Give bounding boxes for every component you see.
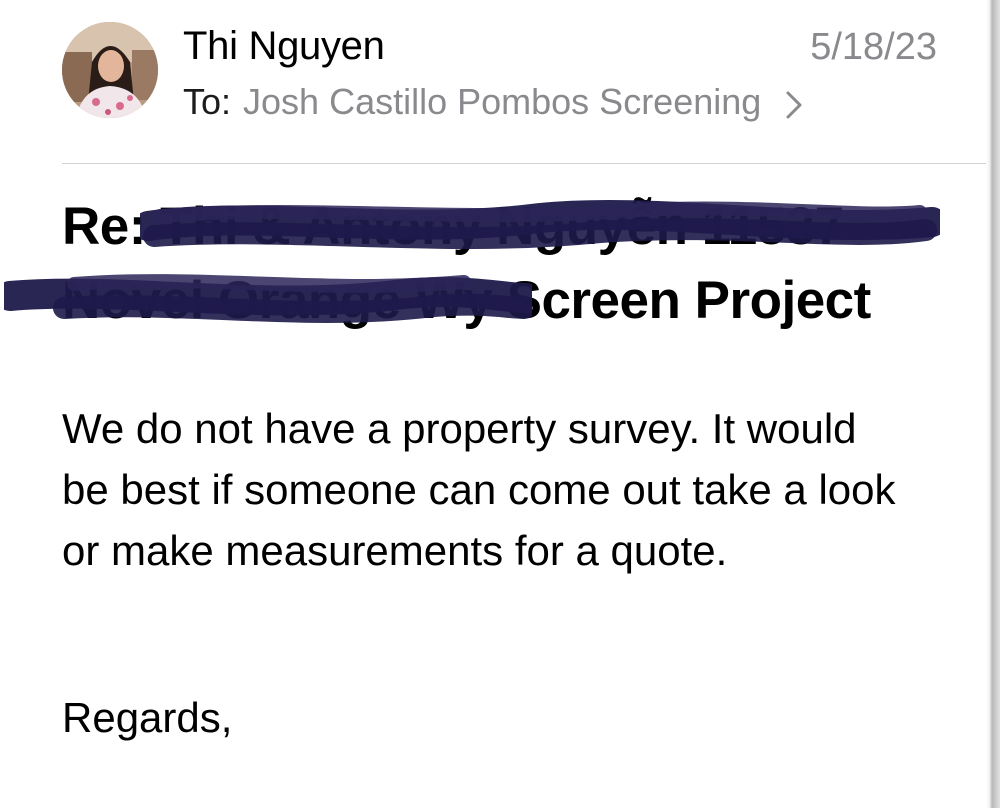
- message-header: Thi Nguyen 5/18/23 To: Josh Castillo Pom…: [0, 0, 986, 164]
- window-edge: [986, 0, 1000, 808]
- sender-name: Thi Nguyen: [183, 24, 385, 68]
- to-label: To:: [183, 81, 232, 122]
- avatar-photo: [62, 22, 158, 118]
- message-body: We do not have a property survey. It wou…: [62, 398, 962, 581]
- subject-redacted-text-1: Thi & Antony Nguyễn 11537: [160, 197, 844, 256]
- sender-avatar[interactable]: [62, 22, 158, 118]
- subject-line-1: Re: Thi & Antony Nguyễn 11537: [62, 190, 962, 264]
- body-line: or make measurements for a quote.: [62, 527, 728, 574]
- subject-visible-text: Screen Project: [506, 271, 872, 330]
- chevron-right-icon[interactable]: [785, 87, 803, 119]
- message-closing: Regards,: [62, 694, 233, 741]
- header-divider: [62, 163, 986, 164]
- subject-redacted-text-2: Novel Orange Wy: [62, 271, 493, 330]
- subject-prefix: Re:: [62, 197, 146, 256]
- recipients-row[interactable]: To: Josh Castillo Pombos Screening: [183, 80, 803, 124]
- message-subject: Re: Thi & Antony Nguyễn 11537 Novel Oran…: [62, 190, 962, 338]
- recipients-list: Josh Castillo Pombos Screening: [243, 81, 762, 122]
- message-date: 5/18/23: [810, 26, 937, 68]
- body-line: We do not have a property survey. It wou…: [62, 405, 857, 452]
- body-line: be best if someone can come out take a l…: [62, 466, 896, 513]
- subject-line-2: Novel Orange Wy Screen Project: [62, 264, 962, 338]
